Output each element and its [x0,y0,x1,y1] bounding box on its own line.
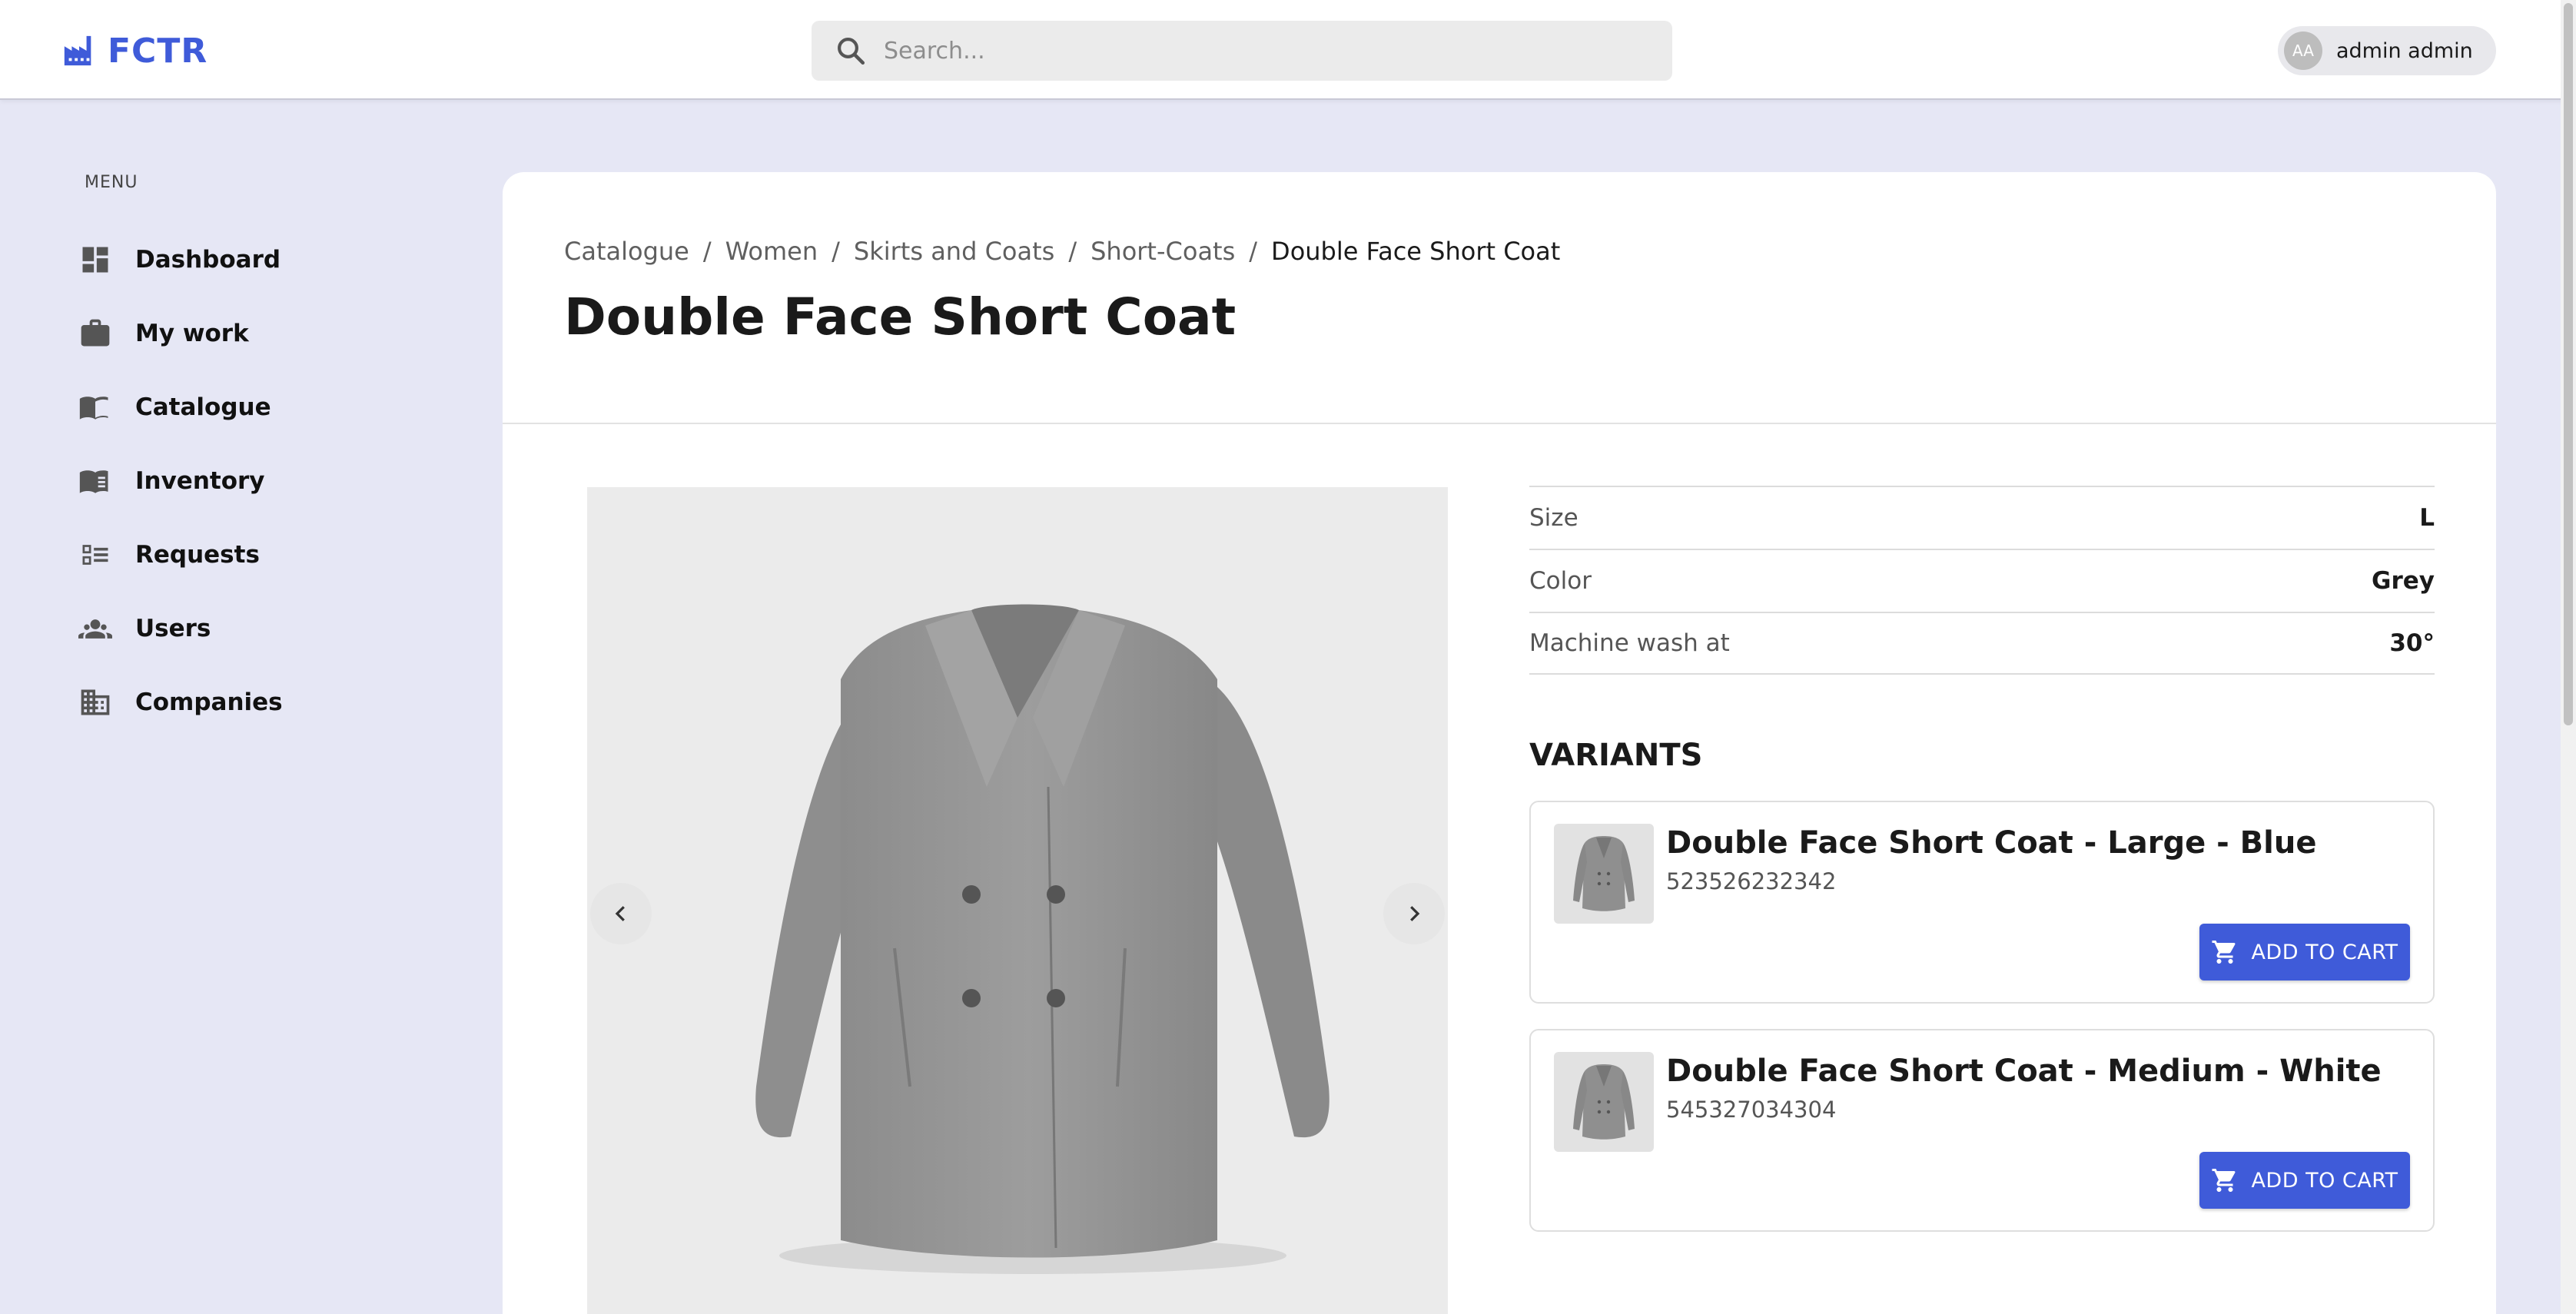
breadcrumb-separator: / [702,237,712,266]
breadcrumb-separator: / [832,237,840,266]
breadcrumb-link[interactable]: Short-Coats [1090,237,1235,266]
avatar: AA [2284,32,2322,70]
variant-thumbnail [1554,1052,1654,1152]
app-logo[interactable]: FCTR [61,31,207,71]
add-to-cart-label: ADD TO CART [2251,1168,2398,1193]
breadcrumb-link[interactable]: Catalogue [564,237,689,266]
search-input[interactable] [884,37,1575,65]
product-attributes: Size L Color Grey Machine wash at 30° [1529,486,2435,675]
variant-card[interactable]: Double Face Short Coat - Large - Blue 52… [1529,801,2435,1004]
attribute-value: Grey [2372,567,2435,595]
user-name: admin admin [2336,38,2473,63]
variant-name: Double Face Short Coat - Large - Blue [1666,825,2317,861]
sidebar-item-label: Users [135,615,211,642]
factory-icon [64,35,91,66]
attribute-value: L [2419,504,2435,532]
sidebar-item-dashboard[interactable]: Dashboard [77,223,446,297]
breadcrumb-link[interactable]: Women [725,237,818,266]
search-icon [838,38,865,65]
variant-name: Double Face Short Coat - Medium - White [1666,1054,2382,1089]
attribute-key: Machine wash at [1529,629,1730,657]
briefcase-icon [77,315,114,352]
attribute-row-wash: Machine wash at 30° [1529,612,2435,675]
product-card: Catalogue / Women / Skirts and Coats / S… [503,172,2496,1314]
variants-heading: VARIANTS [1529,738,1703,773]
top-bar: FCTR AA admin admin [0,0,2576,100]
breadcrumb-link[interactable]: Skirts and Coats [854,237,1054,266]
gallery-prev-button[interactable] [590,883,652,944]
add-to-cart-button[interactable]: ADD TO CART [2199,1152,2410,1209]
page-scrollbar[interactable] [2561,0,2576,1314]
attribute-value: 30° [2389,629,2435,657]
sidebar-item-users[interactable]: Users [77,592,446,665]
search-bar[interactable] [812,21,1672,81]
gallery-next-button[interactable] [1383,883,1445,944]
header-divider [503,423,2496,424]
product-image [755,604,1329,1274]
chevron-right-icon [1410,906,1420,921]
coat-thumbnail-icon [1573,836,1635,911]
breadcrumb: Catalogue / Women / Skirts and Coats / S… [564,237,1560,266]
sidebar-item-label: Companies [135,689,283,716]
sidebar-item-inventory[interactable]: Inventory [77,444,446,518]
page-title: Double Face Short Coat [564,287,1237,347]
sidebar-item-label: My work [135,320,249,347]
chevron-left-icon [615,906,625,921]
coat-thumbnail-icon [1573,1064,1635,1140]
sidebar-item-label: Dashboard [135,246,281,274]
variant-sku: 523526232342 [1666,868,1837,894]
sidebar-nav: Dashboard My work Catalogue Inventory Re… [77,223,446,739]
sidebar-item-requests[interactable]: Requests [77,518,446,592]
breadcrumb-separator: / [1249,237,1258,266]
product-image-gallery [587,487,1448,1314]
sidebar-item-catalogue[interactable]: Catalogue [77,370,446,444]
cart-icon [2212,941,2236,964]
app-logo-text: FCTR [108,31,208,71]
variant-thumbnail [1554,824,1654,924]
users-icon [77,610,114,647]
book-icon [77,389,114,426]
menu-heading: MENU [85,173,138,192]
variant-sku: 545327034304 [1666,1097,1837,1123]
attribute-key: Size [1529,504,1578,532]
sidebar-item-label: Catalogue [135,393,271,421]
attribute-key: Color [1529,567,1592,595]
scrollbar-thumb[interactable] [2564,3,2573,725]
ledger-icon [77,463,114,499]
breadcrumb-separator: / [1068,237,1077,266]
sidebar-item-companies[interactable]: Companies [77,665,446,739]
breadcrumb-current: Double Face Short Coat [1271,237,1561,266]
user-menu-button[interactable]: AA admin admin [2278,26,2496,75]
cart-icon [2212,1169,2236,1192]
variant-card[interactable]: Double Face Short Coat - Medium - White … [1529,1029,2435,1232]
add-to-cart-button[interactable]: ADD TO CART [2199,924,2410,981]
add-to-cart-label: ADD TO CART [2251,940,2398,964]
building-icon [77,684,114,721]
sidebar-item-label: Inventory [135,467,265,495]
sidebar-item-my-work[interactable]: My work [77,297,446,370]
attribute-row-color: Color Grey [1529,549,2435,612]
sidebar-item-label: Requests [135,541,260,569]
checklist-icon [77,536,114,573]
attribute-row-size: Size L [1529,486,2435,549]
dashboard-icon [77,241,114,278]
